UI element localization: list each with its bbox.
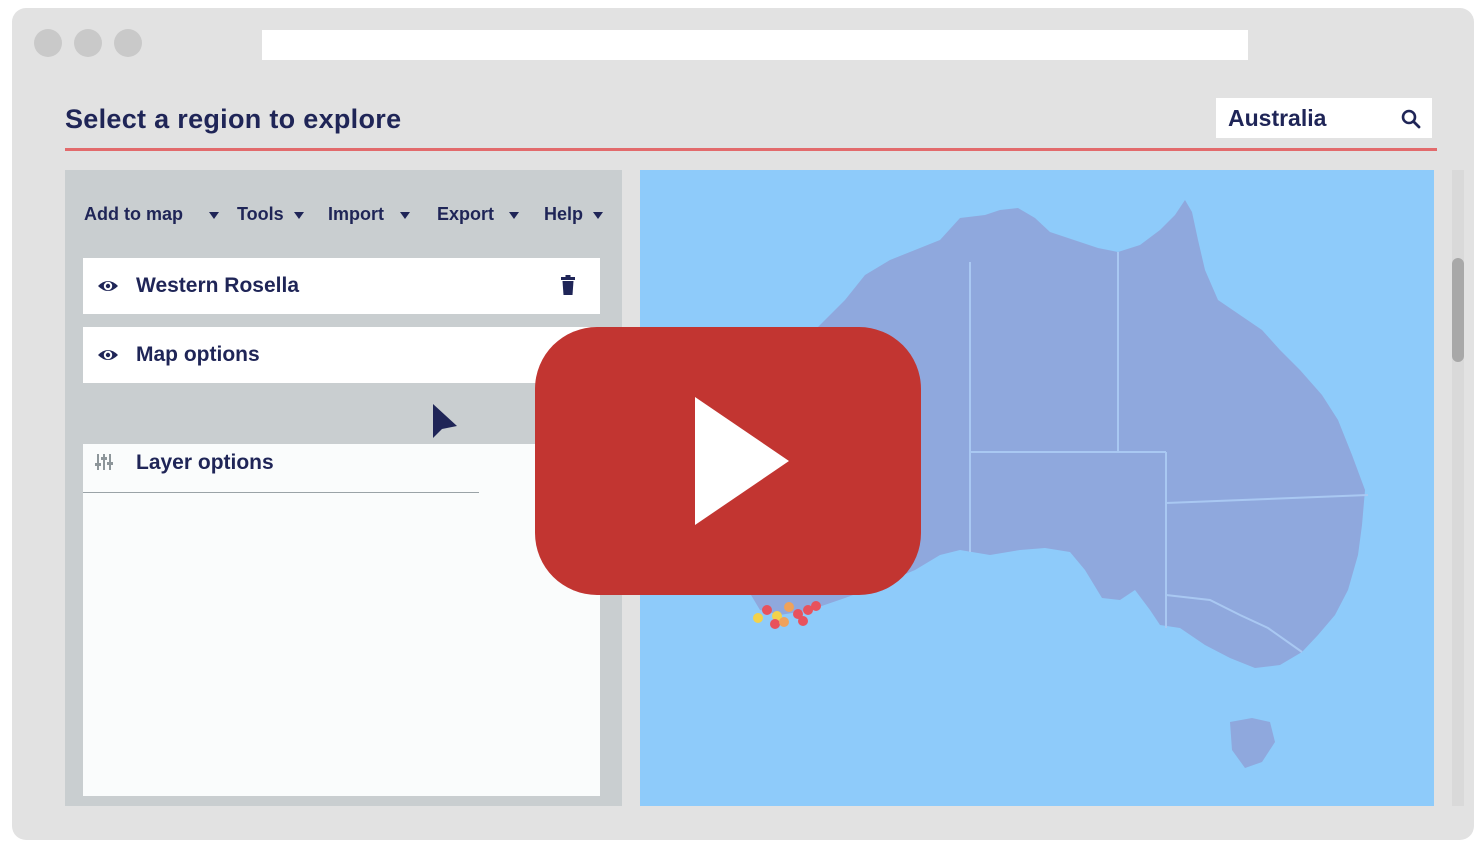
layer-item-map-options[interactable]: Map options	[83, 327, 600, 383]
address-bar[interactable]	[262, 30, 1248, 60]
search-icon[interactable]	[1400, 108, 1422, 130]
region-search-input[interactable]: Australia	[1216, 98, 1432, 138]
window-close-dot[interactable]	[34, 29, 62, 57]
menu-import[interactable]: Import	[328, 204, 410, 225]
layer-options-panel: Layer options	[83, 444, 600, 796]
layer-options-label: Layer options	[136, 451, 274, 474]
sliders-icon	[95, 454, 113, 470]
menu-help[interactable]: Help	[544, 204, 604, 225]
play-icon	[695, 397, 789, 525]
caret-down-icon	[400, 211, 410, 219]
window-minimize-dot[interactable]	[74, 29, 102, 57]
divider	[83, 492, 479, 493]
scrollbar-thumb[interactable]	[1452, 258, 1464, 362]
menu-tools[interactable]: Tools	[237, 204, 304, 225]
mouse-cursor-icon	[433, 404, 457, 438]
video-play-button[interactable]	[535, 327, 921, 595]
window-maximize-dot[interactable]	[114, 29, 142, 57]
page-title: Select a region to explore	[65, 104, 402, 134]
eye-icon[interactable]	[97, 276, 119, 296]
layer-label: Western Rosella	[136, 274, 300, 297]
layer-label: Map options	[136, 343, 260, 366]
caret-down-icon	[209, 211, 219, 219]
caret-down-icon	[593, 211, 604, 219]
menu-bar: Add to map Tools Import Export Help	[65, 196, 622, 230]
layer-item-western-rosella[interactable]: Western Rosella	[83, 258, 600, 314]
tasmania	[1230, 718, 1275, 768]
search-value: Australia	[1228, 105, 1327, 131]
menu-add-to-map[interactable]: Add to map	[84, 204, 219, 225]
title-underline	[65, 148, 1437, 151]
caret-down-icon	[293, 211, 304, 219]
menu-export[interactable]: Export	[437, 204, 520, 225]
caret-down-icon	[509, 211, 520, 219]
trash-icon[interactable]	[561, 275, 575, 295]
eye-icon[interactable]	[97, 345, 119, 365]
